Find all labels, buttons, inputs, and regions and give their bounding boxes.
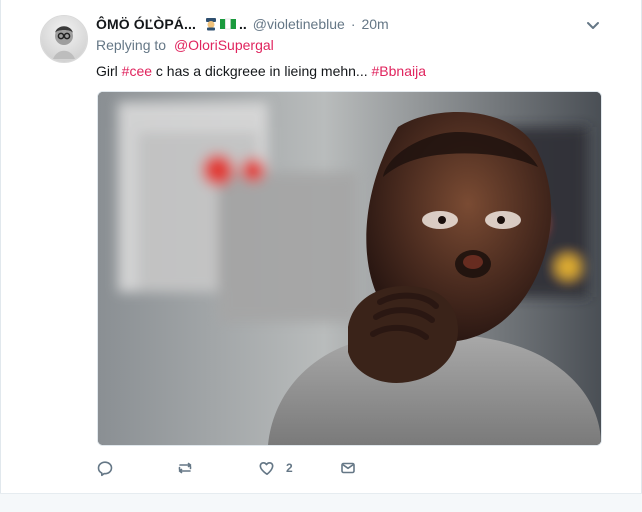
- tweet-media[interactable]: [97, 91, 602, 446]
- user-handle[interactable]: @violetineblue: [253, 16, 345, 32]
- tweet-header: ÔMÖ ÓĽÒPÁ... .. @violetineblue · 20m: [96, 14, 389, 34]
- direct-message-action[interactable]: [339, 458, 367, 478]
- like-action[interactable]: 2: [258, 458, 293, 478]
- reply-action[interactable]: [96, 458, 124, 478]
- meta-separator: ·: [350, 16, 356, 32]
- timestamp[interactable]: 20m: [361, 16, 388, 32]
- nigeria-flag-emoji-icon: [219, 17, 236, 31]
- hashtag-bbnaija[interactable]: #Bbnaija: [372, 63, 427, 79]
- chevron-down-icon: [584, 18, 602, 32]
- replying-to-label: Replying to: [96, 37, 167, 53]
- display-name-suffix: ..: [238, 16, 247, 32]
- tweet-text-part-1: Girl: [96, 63, 122, 79]
- envelope-icon: [339, 459, 357, 477]
- heart-icon: [258, 459, 276, 477]
- replying-to-mention[interactable]: @OloriSupergal: [174, 37, 274, 53]
- police-officer-emoji-icon: [204, 17, 218, 31]
- display-name-emojis: ..: [204, 16, 247, 32]
- avatar[interactable]: [40, 15, 88, 63]
- media-gif-frame: [98, 92, 601, 445]
- tweet-text-part-2: c has a dickgreee in lieing mehn...: [155, 63, 372, 79]
- more-options-button[interactable]: [584, 18, 602, 32]
- tweet-actions: 2: [96, 458, 366, 478]
- hashtag-cee[interactable]: #cee: [122, 63, 152, 79]
- display-name[interactable]: ÔMÖ ÓĽÒPÁ...: [96, 16, 196, 32]
- avatar-image: [41, 16, 87, 62]
- retweet-icon: [176, 459, 194, 477]
- retweet-action[interactable]: [176, 458, 204, 478]
- like-count: 2: [286, 461, 293, 475]
- reply-icon: [96, 459, 114, 477]
- bottom-divider: [0, 493, 642, 512]
- tweet-card: ÔMÖ ÓĽÒPÁ... .. @violetineblue · 20m Rep…: [0, 0, 642, 512]
- tweet-text: Girl #cee c has a dickgreee in lieing me…: [96, 63, 426, 79]
- replying-to: Replying to @OloriSupergal: [96, 37, 274, 53]
